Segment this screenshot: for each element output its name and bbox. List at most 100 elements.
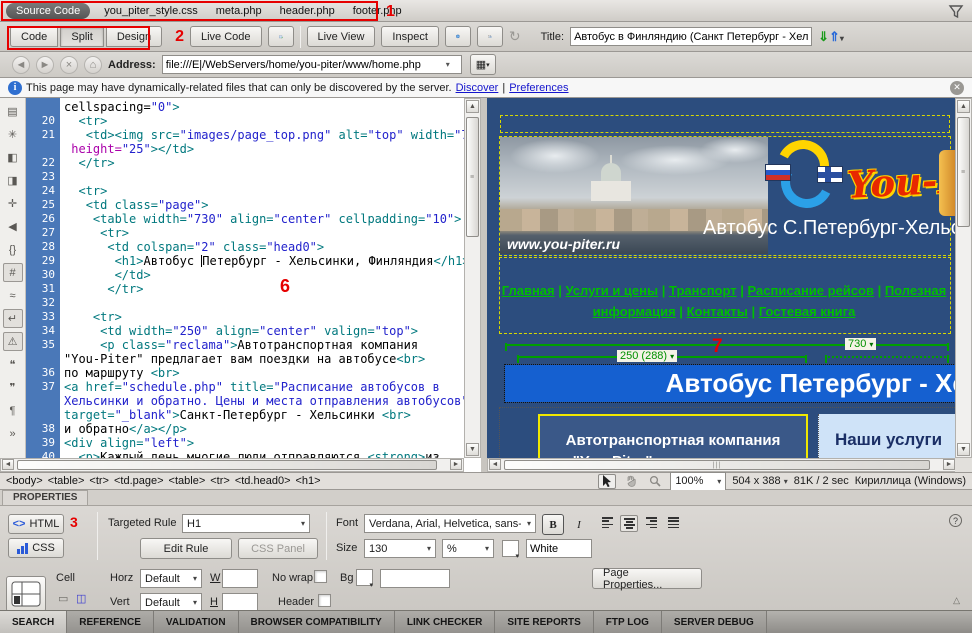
source-code-tab[interactable]: Source Code	[6, 3, 90, 19]
code-line[interactable]: 28 <td colspan="2" class="head0">	[26, 240, 464, 254]
scroll-right-icon[interactable]: ►	[450, 459, 462, 470]
column-width-indicator[interactable]: 250 (288) ▾	[517, 356, 807, 358]
zoom-level-select[interactable]: 100%▾	[670, 472, 726, 491]
code-line[interactable]: 22 </tr>	[26, 156, 464, 170]
size-select[interactable]: 130▾	[364, 539, 436, 558]
align-justify-icon[interactable]	[664, 515, 682, 532]
design-view-pane[interactable]: You-Piter www.you-piter.ru Автобус С.Пет…	[487, 98, 957, 458]
code-line[interactable]: 36по маршруту <br>	[26, 366, 464, 380]
properties-tab[interactable]: PROPERTIES	[2, 490, 88, 505]
design-nav-link[interactable]: Гостевая книга	[759, 304, 856, 319]
css-mode-button[interactable]: CSS	[8, 538, 64, 558]
design-nav-link[interactable]: Главная	[502, 283, 555, 298]
code-navigator-icon[interactable]: ✳	[3, 125, 23, 144]
tag-selector-item[interactable]: <table>	[48, 475, 85, 487]
balance-braces-icon[interactable]: {}	[3, 240, 23, 259]
code-line[interactable]: 37<a href="schedule.php" title="Расписан…	[26, 380, 464, 394]
code-line[interactable]: 34 <td width="250" align="center" valign…	[26, 324, 464, 338]
split-view-button[interactable]: Split	[60, 26, 103, 47]
zoom-tool-icon[interactable]	[646, 474, 664, 489]
scroll-up-icon[interactable]: ▲	[466, 100, 479, 113]
design-nav-link[interactable]: Контакты	[687, 304, 748, 319]
code-vertical-scrollbar[interactable]: ▲ ≡ ▼	[464, 98, 481, 458]
results-tab-site-reports[interactable]: SITE REPORTS	[495, 611, 593, 633]
results-tab-reference[interactable]: REFERENCE	[67, 611, 154, 633]
live-code-button[interactable]: Live Code	[190, 26, 262, 47]
w-input[interactable]	[222, 569, 258, 588]
back-icon[interactable]: ◄	[12, 56, 30, 74]
scroll-left-icon[interactable]: ◄	[489, 459, 501, 470]
home-icon[interactable]: ⌂	[84, 56, 102, 74]
code-line[interactable]: 23	[26, 170, 464, 184]
related-file-tab[interactable]: you_piter_style.css	[104, 5, 198, 17]
code-line[interactable]: 31 </tr>	[26, 282, 464, 296]
select-tool-icon[interactable]	[598, 474, 616, 489]
text-color-input[interactable]	[526, 539, 592, 558]
left-content-cell[interactable]: Автотранспортная компания "You-Piter" пр…	[538, 414, 808, 458]
results-tab-search[interactable]: SEARCH	[0, 611, 67, 633]
size-unit-select[interactable]: %▾	[442, 539, 494, 558]
html-mode-button[interactable]: <>HTML	[8, 514, 64, 534]
code-line[interactable]: 35 <p class="reclama">Автотранспортная к…	[26, 338, 464, 352]
stop-icon[interactable]: ×	[60, 56, 78, 74]
right-content-cell[interactable]: Наши услуги	[818, 414, 957, 458]
code-line[interactable]: 27 <tr>	[26, 226, 464, 240]
design-vertical-scrollbar[interactable]: ▲ ≡ ▼	[955, 98, 972, 458]
apply-comment-icon[interactable]: ❝	[3, 355, 23, 374]
results-tab-server-debug[interactable]: SERVER DEBUG	[662, 611, 767, 633]
results-tab-ftp-log[interactable]: FTP LOG	[594, 611, 662, 633]
targeted-rule-select[interactable]: H1▾	[182, 514, 310, 533]
italic-button[interactable]: I	[568, 514, 590, 535]
code-line[interactable]: 39<div align="left">	[26, 436, 464, 450]
code-line[interactable]: 30 </td>	[26, 268, 464, 282]
code-editor[interactable]: cellspacing="0">20 <tr>21 <td><img src="…	[26, 98, 464, 458]
split-cell-icon[interactable]: ◫	[76, 592, 86, 605]
code-line[interactable]: 24 <tr>	[26, 184, 464, 198]
table-width-label[interactable]: 730 ▾	[845, 338, 876, 350]
collapse-panel-icon[interactable]: △	[953, 595, 960, 606]
css-panel-button[interactable]: CSS Panel	[238, 538, 318, 559]
help-icon[interactable]: ?	[949, 514, 962, 527]
h1-heading[interactable]: Автобус Петербург - Хельсинки	[505, 365, 957, 402]
code-view-pane[interactable]: ▤✳◧◨✛◀{}#≈↵⚠❝❞¶» cellspacing="0">20 <tr>…	[0, 98, 481, 472]
code-line[interactable]: 25 <td class="page">	[26, 198, 464, 212]
code-view-button[interactable]: Code	[10, 26, 58, 47]
live-view-button[interactable]: Live View	[307, 26, 376, 47]
collapse-icons-icon[interactable]: »	[3, 424, 23, 443]
align-right-icon[interactable]	[642, 515, 660, 532]
code-line[interactable]: 38и обратно</a></p>	[26, 422, 464, 436]
design-horizontal-scrollbar[interactable]: ◄ ||| ►	[487, 458, 957, 472]
horz-select[interactable]: Default▾	[140, 569, 202, 588]
column-width-label[interactable]: 250 (288) ▾	[617, 350, 677, 362]
check-browser-compatibility-icon[interactable]: ✓	[268, 26, 294, 47]
collapse-selection-icon[interactable]: ◨	[3, 171, 23, 190]
tag-selector-item[interactable]: <tr>	[89, 475, 109, 487]
bold-button[interactable]: B	[542, 514, 564, 535]
code-horizontal-scrollbar[interactable]: ◄ ►	[0, 458, 464, 472]
tag-selector-item[interactable]: <body>	[6, 475, 43, 487]
text-color-swatch[interactable]	[502, 540, 519, 557]
expand-all-icon[interactable]: ✛	[3, 194, 23, 213]
view-options-icon[interactable]: ▦▾	[470, 54, 496, 75]
code-line[interactable]: 26 <table width="730" align="center" cel…	[26, 212, 464, 226]
results-tab-validation[interactable]: VALIDATION	[154, 611, 239, 633]
forward-icon[interactable]: ►	[36, 56, 54, 74]
syntax-error-alerts-icon[interactable]: ⚠	[3, 332, 23, 351]
tag-selector-item[interactable]: <td.head0>	[235, 475, 291, 487]
code-line[interactable]: Хельсинки и обратно. Цены и места отправ…	[26, 394, 464, 408]
code-line[interactable]: 21 <td><img src="images/page_top.png" al…	[26, 128, 464, 142]
preview-in-browser-icon[interactable]	[445, 26, 471, 47]
design-view-button[interactable]: Design	[106, 26, 162, 47]
file-transfer-icon[interactable]: ⇓⇑▾	[818, 29, 844, 45]
code-line[interactable]: cellspacing="0">	[26, 100, 464, 114]
filter-related-files-icon[interactable]	[948, 3, 964, 19]
align-center-icon[interactable]	[620, 515, 638, 532]
nowrap-checkbox[interactable]	[314, 570, 327, 583]
scroll-down-icon[interactable]: ▼	[466, 443, 479, 456]
table-width-indicator[interactable]: 730 ▾	[505, 344, 949, 346]
select-parent-tag-icon[interactable]: ◀	[3, 217, 23, 236]
remove-comment-icon[interactable]: ❞	[3, 378, 23, 397]
edit-rule-button[interactable]: Edit Rule	[140, 538, 232, 559]
code-line[interactable]: "You-Piter" предлагает вам поездки на ав…	[26, 352, 464, 366]
scroll-up-icon[interactable]: ▲	[957, 100, 970, 113]
